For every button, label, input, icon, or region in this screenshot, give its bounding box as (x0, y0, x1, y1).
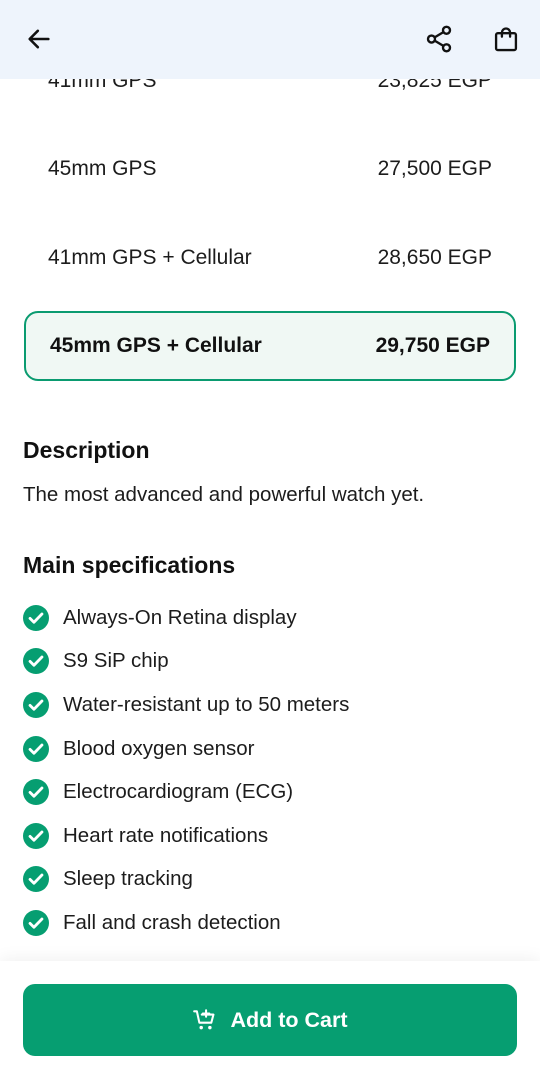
check-circle-icon (23, 604, 49, 631)
variant-name: 45mm GPS + Cellular (50, 334, 262, 357)
spec-item: Blood oxygen sensor (23, 727, 349, 771)
specifications-title: Main specifications (23, 552, 236, 578)
add-to-cart-icon (193, 1009, 215, 1030)
spec-label: Electrocardiogram (ECG) (63, 780, 294, 804)
spec-item: Heart rate notifications (23, 814, 349, 858)
app-bar (0, 0, 540, 79)
description-text: The most advanced and powerful watch yet… (23, 483, 425, 506)
spec-label: Blood oxygen sensor (63, 736, 255, 760)
variant-price: 29,750 EGP (375, 334, 490, 357)
spec-item: Electrocardiogram (ECG) (23, 770, 349, 814)
check-circle-icon (23, 909, 49, 936)
description-title: Description (23, 437, 150, 463)
variant-option[interactable]: 45mm GPS 27,500 EGP (24, 134, 516, 204)
check-circle-icon (23, 779, 49, 806)
variant-name: 41mm GPS + Cellular (48, 246, 252, 269)
shopping-bag-icon (494, 27, 518, 52)
share-icon (426, 25, 452, 53)
spec-item: Fall and crash detection (23, 901, 349, 945)
spec-label: S9 SiP chip (63, 649, 169, 673)
share-button[interactable] (417, 17, 461, 61)
check-circle-icon (23, 735, 49, 762)
spec-label: Always-On Retina display (63, 605, 297, 629)
spec-item: Always-On Retina display (23, 596, 349, 640)
variant-option-selected[interactable]: 45mm GPS + Cellular 29,750 EGP (24, 311, 516, 381)
variant-price: 28,650 EGP (377, 246, 492, 269)
variant-name: 45mm GPS (48, 157, 157, 180)
spec-item: Water-resistant up to 50 meters (23, 683, 349, 727)
spec-label: Heart rate notifications (63, 823, 269, 847)
shopping-bag-button[interactable] (484, 17, 528, 61)
spec-label: Sleep tracking (63, 867, 193, 891)
spec-item: Sleep tracking (23, 858, 349, 902)
check-circle-icon (23, 691, 49, 718)
add-to-cart-label: Add to Cart (230, 1007, 348, 1032)
bottom-action-bar: Add to Cart (0, 961, 540, 1078)
back-button[interactable] (17, 17, 61, 61)
check-circle-icon (23, 648, 49, 675)
spec-label: Water-resistant up to 50 meters (63, 692, 350, 716)
spec-item: S9 SiP chip (23, 640, 349, 684)
variant-option[interactable]: 41mm GPS + Cellular 28,650 EGP (24, 223, 516, 293)
add-to-cart-button[interactable]: Add to Cart (23, 984, 517, 1056)
spec-label: Fall and crash detection (63, 910, 281, 934)
variant-price: 27,500 EGP (377, 157, 492, 180)
check-circle-icon (23, 866, 49, 893)
check-circle-icon (23, 822, 49, 849)
arrow-left-icon (28, 29, 50, 49)
specifications-list: Always-On Retina display S9 SiP chip Wat… (23, 596, 349, 945)
